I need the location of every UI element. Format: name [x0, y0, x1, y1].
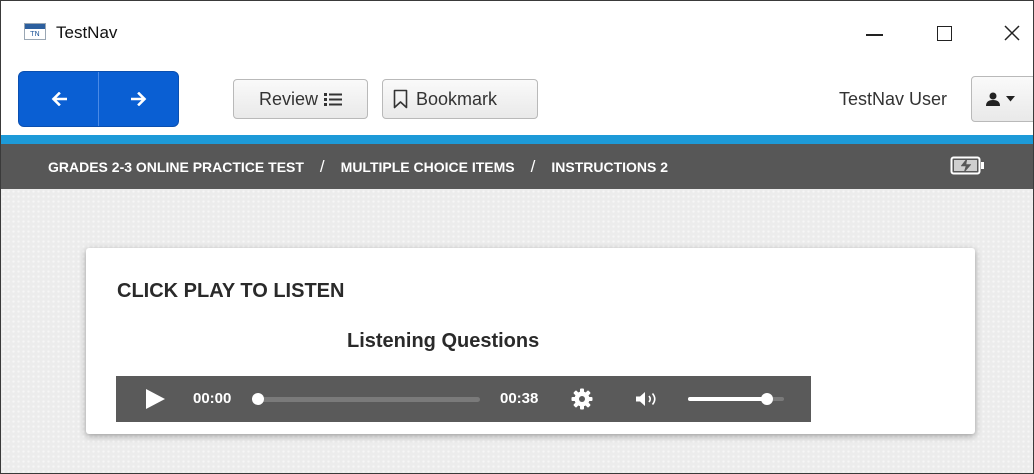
title-bar: TN TestNav — [1, 1, 1033, 65]
breadcrumb-item-test: GRADES 2-3 ONLINE PRACTICE TEST — [48, 158, 304, 175]
forward-button[interactable] — [98, 72, 178, 126]
user-icon — [986, 92, 1000, 106]
battery-charging-icon — [950, 156, 984, 175]
bookmark-label: Bookmark — [416, 88, 498, 109]
close-icon — [1004, 25, 1020, 41]
breadcrumb-bar: GRADES 2-3 ONLINE PRACTICE TEST / MULTIP… — [1, 144, 1033, 189]
current-time: 00:00 — [193, 390, 232, 407]
minimize-button[interactable] — [851, 15, 897, 51]
breadcrumb-separator: / — [530, 156, 536, 176]
breadcrumb: GRADES 2-3 ONLINE PRACTICE TEST / MULTIP… — [48, 144, 668, 189]
maximize-icon — [936, 25, 952, 41]
maximize-button[interactable] — [921, 15, 967, 51]
speaker-icon[interactable] — [634, 390, 662, 408]
card-heading: CLICK PLAY TO LISTEN — [117, 280, 345, 302]
progress-track[interactable] — [258, 397, 480, 402]
audio-player: 00:00 00:38 — [116, 376, 811, 422]
caret-down-icon — [1006, 96, 1015, 102]
close-button[interactable] — [989, 15, 1033, 51]
test-content-area: CLICK PLAY TO LISTEN Listening Questions… — [1, 189, 1033, 473]
arrow-left-icon — [51, 92, 67, 106]
card-subheading: Listening Questions — [347, 330, 540, 352]
play-icon[interactable] — [146, 389, 165, 409]
user-menu-button[interactable] — [971, 76, 1033, 122]
breadcrumb-separator: / — [319, 156, 325, 176]
minimize-icon — [865, 34, 883, 36]
total-time: 00:38 — [500, 390, 539, 407]
breadcrumb-item-section: MULTIPLE CHOICE ITEMS — [340, 158, 515, 175]
list-icon — [324, 92, 343, 106]
window-title: TestNav — [56, 23, 118, 42]
breadcrumb-item-page: INSTRUCTIONS 2 — [551, 158, 669, 175]
toolbar: Review Bookmark TestNav User — [1, 65, 1033, 135]
progress-handle[interactable] — [252, 393, 264, 405]
review-button[interactable]: Review — [233, 79, 368, 119]
user-name: TestNav User — [839, 89, 948, 109]
bookmark-icon — [393, 89, 408, 109]
testnav-window: TN TestNav Review Bookmark TestNav User … — [0, 0, 1034, 474]
instructions-card: CLICK PLAY TO LISTEN Listening Questions… — [86, 248, 975, 434]
bookmark-button[interactable]: Bookmark — [382, 79, 538, 119]
review-label: Review — [258, 88, 319, 109]
arrow-right-icon — [130, 92, 146, 106]
testnav-logo-icon: TN — [24, 23, 46, 40]
navigation-buttons — [18, 71, 179, 127]
volume-handle[interactable] — [760, 393, 773, 405]
volume-fill — [688, 397, 767, 401]
logo-text: TN — [30, 30, 40, 38]
accent-bar — [1, 135, 1033, 144]
back-button[interactable] — [19, 72, 98, 126]
gear-icon[interactable] — [571, 388, 593, 410]
